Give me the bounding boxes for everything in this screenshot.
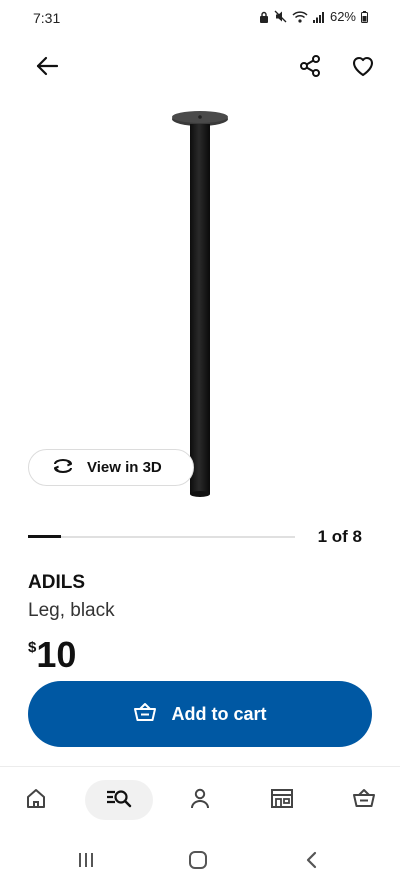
top-bar	[0, 48, 400, 88]
product-price: $ 10	[28, 636, 76, 674]
divider	[0, 766, 400, 767]
nav-cart[interactable]	[342, 780, 386, 820]
image-carousel-indicator: 1 of 8	[28, 522, 372, 552]
search-list-icon	[106, 788, 132, 813]
price-currency: $	[28, 639, 37, 656]
recent-apps-button[interactable]	[71, 850, 101, 874]
nav-search[interactable]	[85, 780, 153, 820]
heart-icon	[351, 55, 375, 82]
back-button[interactable]	[29, 50, 65, 86]
recent-apps-icon	[77, 851, 95, 874]
home-icon	[25, 787, 47, 814]
add-to-cart-label: Add to cart	[171, 703, 267, 724]
status-time: 7:31	[33, 10, 61, 26]
share-icon	[299, 54, 321, 82]
chevron-left-icon	[304, 851, 318, 874]
nav-store[interactable]	[260, 780, 304, 820]
mute-icon	[274, 10, 287, 23]
view-in-3d-button[interactable]: View in 3D	[28, 449, 194, 486]
bottom-nav	[0, 770, 400, 830]
system-nav-bar	[0, 838, 400, 889]
back-system-button[interactable]	[296, 850, 326, 874]
share-button[interactable]	[292, 50, 328, 86]
store-icon	[270, 787, 294, 814]
favourite-button[interactable]	[345, 50, 381, 86]
home-circle-icon	[188, 850, 208, 875]
view-in-3d-label: View in 3D	[87, 459, 162, 476]
rotate-3d-icon	[51, 457, 75, 479]
wifi-icon	[292, 10, 308, 23]
add-to-cart-button[interactable]: Add to cart	[28, 681, 372, 747]
status-bar: 7:31 62%	[0, 0, 400, 38]
basket-icon	[133, 702, 157, 727]
home-system-button[interactable]	[183, 850, 213, 874]
cart-icon	[352, 788, 376, 813]
signal-icon	[312, 11, 325, 23]
battery-icon	[361, 10, 368, 23]
nav-profile[interactable]	[178, 780, 222, 820]
carousel-progress	[28, 535, 62, 538]
battery-percent: 62%	[329, 9, 356, 24]
status-icons: 62%	[259, 9, 368, 24]
product-description: Leg, black	[28, 600, 115, 621]
carousel-track[interactable]	[28, 536, 295, 538]
price-value: 10	[36, 634, 77, 675]
image-counter: 1 of 8	[317, 527, 362, 546]
lock-icon	[259, 11, 269, 23]
arrow-left-icon	[36, 56, 59, 81]
nav-home[interactable]	[14, 780, 58, 820]
product-name: ADILS	[28, 572, 85, 593]
profile-icon	[189, 787, 211, 814]
